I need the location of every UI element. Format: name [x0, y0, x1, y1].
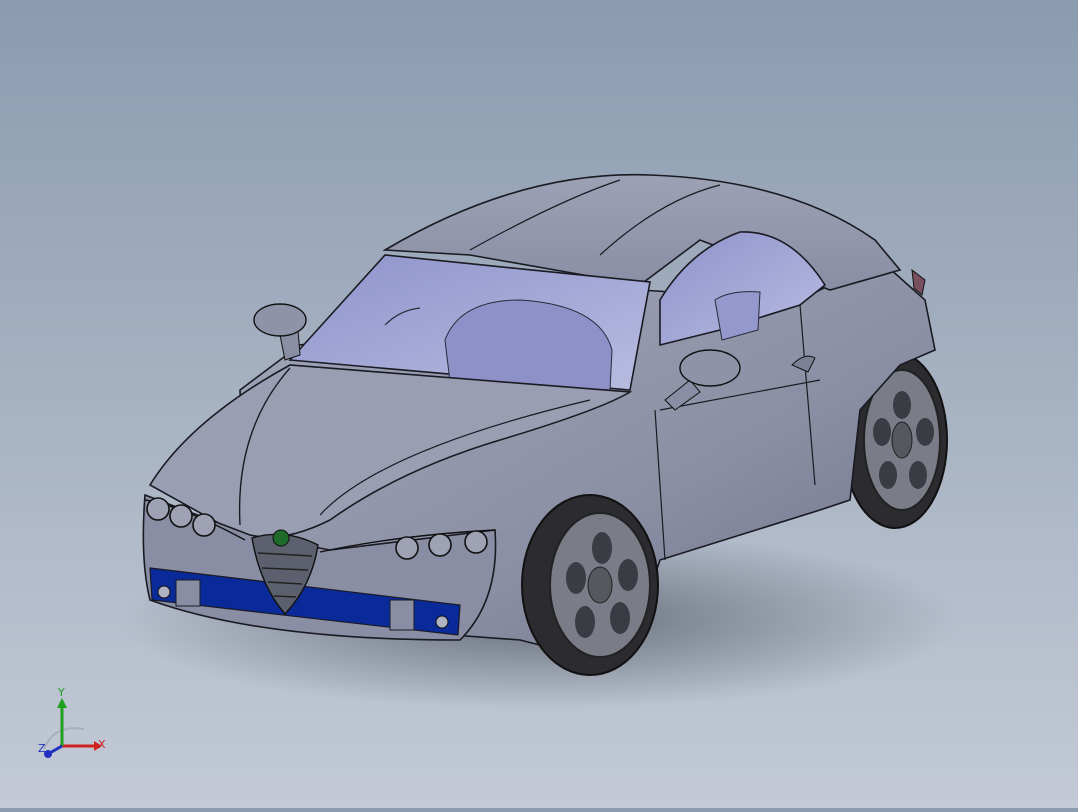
z-axis-label: Z	[38, 742, 46, 755]
front-wheel[interactable]	[521, 494, 659, 676]
mirror-left	[253, 303, 307, 361]
y-axis-label: Y	[57, 686, 65, 699]
fog-light-left	[157, 585, 171, 599]
car-model[interactable]	[0, 0, 1078, 808]
badge	[272, 529, 290, 547]
fog-light-housing-right	[389, 599, 415, 631]
x-axis-label: X	[98, 738, 106, 751]
fog-light-right	[435, 615, 449, 629]
3d-viewport[interactable]	[0, 0, 1078, 808]
fog-light-housing-left	[175, 579, 201, 607]
coordinate-triad[interactable]: X Y Z	[34, 684, 114, 764]
